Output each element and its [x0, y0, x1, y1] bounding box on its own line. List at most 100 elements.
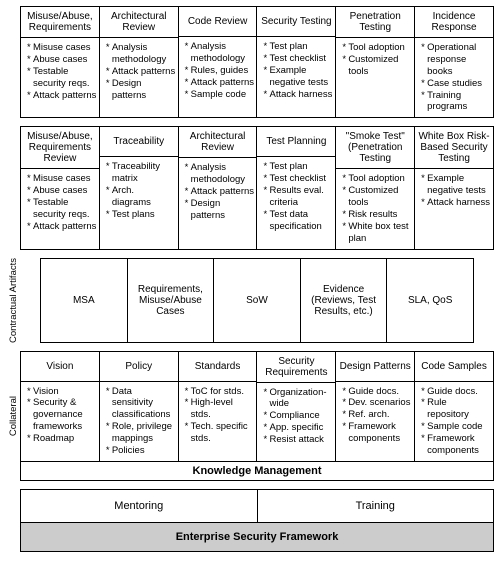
list-item: Arch. diagrams — [106, 185, 176, 209]
list-item: Attack patterns — [27, 221, 97, 233]
column-body: Test planTest checklistExample negative … — [257, 37, 335, 117]
list-item: App. specific — [263, 422, 333, 434]
list-item: Misuse cases — [27, 42, 97, 54]
column-header: Standards — [179, 352, 257, 382]
list-item: Rules, guides — [185, 65, 255, 77]
column-body: Misuse casesAbuse casesTestable security… — [21, 38, 99, 117]
list-item: Example negative tests — [421, 173, 491, 197]
activities-row-1: Misuse/Abuse, RequirementsMisuse casesAb… — [20, 6, 494, 118]
list-item: Risk results — [342, 209, 412, 221]
column-header: Misuse/Abuse, Requirements Review — [21, 127, 99, 169]
column-box: Standards ToC for stds.High-level stds.Te… — [179, 351, 258, 462]
list-item: Policies — [106, 445, 176, 457]
list-item: ToC for stds. — [185, 386, 255, 398]
contractual-cell: MSA — [40, 258, 128, 343]
contractual-cells: MSARequirements, Misuse/Abuse CasesSoWEv… — [40, 258, 474, 343]
column-body: VisionSecurity & governance frameworksRo… — [21, 382, 99, 461]
enterprise-security-framework-bar: Enterprise Security Framework — [20, 523, 494, 552]
column-header: Policy — [100, 352, 178, 382]
column-box: TraceabilityTraceability matrixArch. dia… — [100, 126, 179, 249]
collateral-section: Collateral VisionVisionSecurity & govern… — [6, 351, 494, 481]
list-item: Tech. specific stds. — [185, 421, 255, 445]
list-item: Attack patterns — [106, 66, 176, 78]
list-item: Analysis methodology — [185, 41, 255, 65]
column-body: Misuse casesAbuse casesTestable security… — [21, 169, 99, 248]
column-header: White Box Risk-Based Security Testing — [415, 127, 493, 169]
collateral-side-label: Collateral — [6, 351, 20, 481]
list-item: Example negative tests — [263, 65, 333, 89]
column-header: Design Patterns — [336, 352, 414, 382]
foundation-cell: Mentoring — [20, 489, 258, 523]
column-header: Security Requirements — [257, 352, 335, 383]
column-body: Example negative testsAttack harness — [415, 169, 493, 248]
foundation-section: MentoringTraining Enterprise Security Fr… — [6, 489, 494, 552]
list-item: Testable security reqs. — [27, 66, 97, 90]
column-box: Security RequirementsOrganization-wideCo… — [257, 351, 336, 462]
list-item: Framework components — [421, 433, 491, 457]
list-item: Guide docs. — [342, 386, 412, 398]
foundation-cell: Training — [258, 489, 495, 523]
column-box: Architectural ReviewAnalysis methodology… — [100, 6, 179, 118]
list-item: Framework components — [342, 421, 412, 445]
column-body: Tool adoptionCustomized toolsRisk result… — [336, 169, 414, 248]
column-body: Tool adoptionCustomized tools — [336, 38, 414, 117]
column-body: Analysis methodologyAttack patternsDesig… — [179, 158, 257, 248]
column-header: Architectural Review — [179, 127, 257, 158]
list-item: Security & governance frameworks — [27, 397, 97, 433]
column-header: Vision — [21, 352, 99, 382]
collateral-row: VisionVisionSecurity & governance framew… — [20, 351, 494, 462]
column-body: Data sensitivity classificationsRole, pr… — [100, 382, 178, 461]
column-body: Guide docs.Dev. scenariosRef. arch.Frame… — [336, 382, 414, 461]
column-box: Penetration TestingTool adoptionCustomiz… — [336, 6, 415, 118]
list-item: Sample code — [185, 89, 255, 101]
list-item: Tool adoption — [342, 42, 412, 54]
list-item: Attack patterns — [185, 77, 255, 89]
knowledge-management-bar: Knowledge Management — [20, 462, 494, 481]
list-item: Ref. arch. — [342, 409, 412, 421]
list-item: Guide docs. — [421, 386, 491, 398]
contractual-cell: Requirements, Misuse/Abuse Cases — [128, 258, 215, 343]
list-item: Test data specification — [263, 209, 333, 233]
column-header: Penetration Testing — [336, 7, 414, 38]
column-body: Analysis methodologyAttack patternsDesig… — [100, 38, 178, 117]
list-item: Analysis methodology — [106, 42, 176, 66]
list-item: Organization-wide — [263, 387, 333, 411]
column-box: Design PatternsGuide docs.Dev. scenarios… — [336, 351, 415, 462]
list-item: Test plan — [263, 41, 333, 53]
list-item: Test plan — [263, 161, 333, 173]
list-item: High-level stds. — [185, 397, 255, 421]
column-box: Code SamplesGuide docs.Rule repositorySa… — [415, 351, 494, 462]
column-box: Misuse/Abuse, RequirementsMisuse casesAb… — [20, 6, 100, 118]
list-item: Abuse cases — [27, 54, 97, 66]
list-item: Design patterns — [185, 198, 255, 222]
column-body: Operational response booksCase studiesTr… — [415, 38, 493, 117]
list-item: Testable security reqs. — [27, 197, 97, 221]
list-item: Dev. scenarios — [342, 397, 412, 409]
column-header: Misuse/Abuse, Requirements — [21, 7, 99, 38]
column-box: Incidence ResponseOperational response b… — [415, 6, 494, 118]
list-item: Misuse cases — [27, 173, 97, 185]
column-header: Architectural Review — [100, 7, 178, 38]
list-item: Traceability matrix — [106, 161, 176, 185]
column-body: Test planTest checklistResults eval. cri… — [257, 157, 335, 248]
list-item: Results eval. criteria — [263, 185, 333, 209]
list-item: Operational response books — [421, 42, 491, 78]
column-body: Guide docs.Rule repositorySample codeFra… — [415, 382, 493, 461]
activities-row-2: Misuse/Abuse, Requirements ReviewMisuse … — [20, 126, 494, 249]
list-item: Attack harness — [263, 89, 333, 101]
contractual-side-label: Contractual Artifacts — [6, 258, 20, 343]
list-item: Test checklist — [263, 173, 333, 185]
list-item: White box test plan — [342, 221, 412, 245]
list-item: Case studies — [421, 78, 491, 90]
column-header: Test Planning — [257, 127, 335, 157]
list-item: Customized tools — [342, 185, 412, 209]
list-item: Attack patterns — [27, 90, 97, 102]
column-box: "Smoke Test" (Penetration TestingTool ad… — [336, 126, 415, 249]
list-item: Test checklist — [263, 53, 333, 65]
column-body: Organization-wideComplianceApp. specific… — [257, 383, 335, 461]
column-box: White Box Risk-Based Security TestingExa… — [415, 126, 494, 249]
column-header: Code Samples — [415, 352, 493, 382]
column-box: Architectural ReviewAnalysis methodology… — [179, 126, 258, 249]
column-header: Incidence Response — [415, 7, 493, 38]
list-item: Data sensitivity classifications — [106, 386, 176, 422]
